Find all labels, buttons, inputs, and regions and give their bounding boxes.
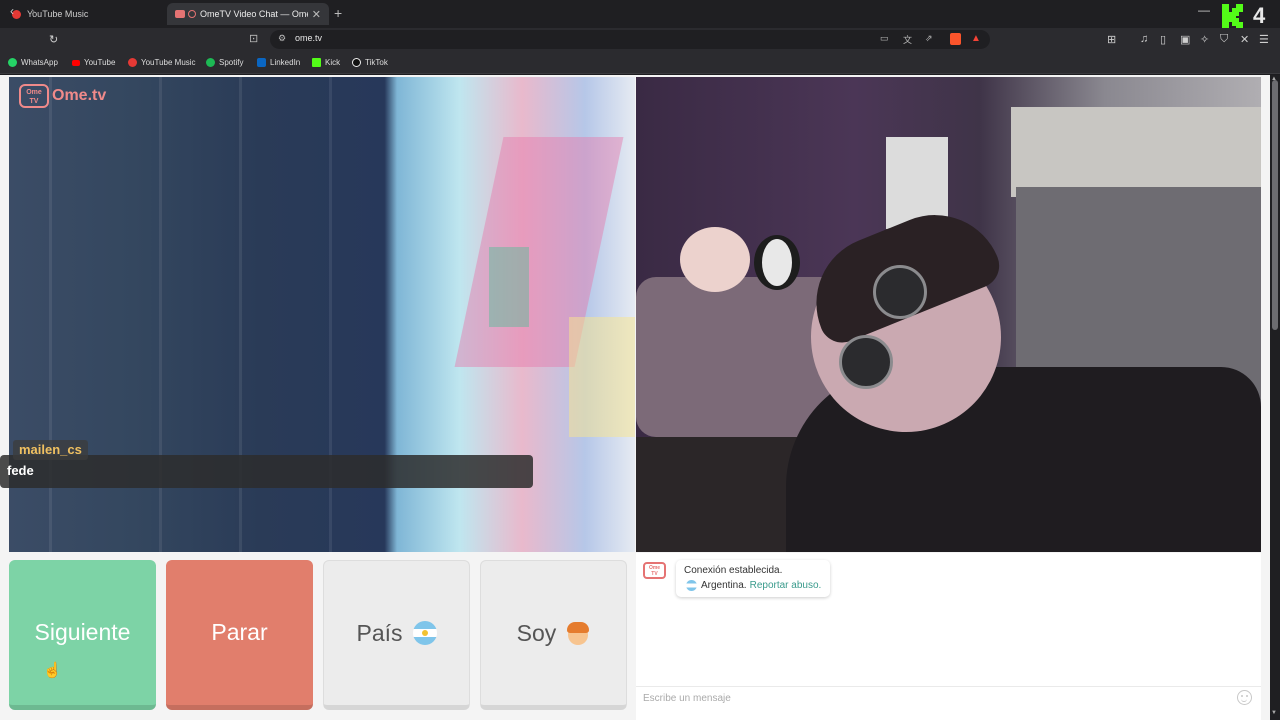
video-detail bbox=[680, 227, 750, 292]
leo-icon[interactable]: ✧ bbox=[1200, 33, 1209, 46]
logo-text: Ome.tv bbox=[52, 87, 107, 104]
tab-label: OmeTV Video Chat — Omeg bbox=[200, 9, 308, 19]
menu-icon[interactable]: ☰ bbox=[1259, 33, 1269, 46]
bookmark-whatsapp[interactable]: WhatsApp bbox=[8, 58, 58, 67]
bookmark-kick[interactable]: Kick bbox=[312, 58, 340, 67]
boy-icon bbox=[566, 621, 590, 645]
back-icon[interactable]: ‹ bbox=[10, 4, 14, 18]
next-button[interactable]: Siguiente bbox=[9, 560, 156, 710]
bookmark-label: YouTube Music bbox=[141, 58, 196, 67]
kick-logo-icon bbox=[1222, 4, 1243, 30]
address-text[interactable]: ome.tv bbox=[295, 33, 322, 43]
tab-ometv[interactable]: OmeTV Video Chat — Omeg ✕ bbox=[167, 3, 329, 25]
video-detail bbox=[839, 335, 893, 389]
tv-icon bbox=[175, 10, 185, 18]
video-detail bbox=[754, 235, 800, 290]
youtube-music-icon bbox=[128, 58, 137, 67]
tv-icon: Ome TV bbox=[19, 84, 49, 108]
bookmark-spotify[interactable]: Spotify bbox=[206, 58, 243, 67]
stop-button[interactable]: Parar bbox=[166, 560, 313, 710]
bookmark-label: LinkedIn bbox=[270, 58, 301, 67]
share-icon[interactable]: ⇗ bbox=[925, 33, 933, 44]
bookmark-youtube[interactable]: YouTube bbox=[72, 58, 115, 67]
report-abuse-link[interactable]: Reportar abuso. bbox=[750, 580, 822, 591]
argentina-flag-icon bbox=[412, 621, 437, 645]
message-input[interactable] bbox=[636, 686, 1261, 710]
country-button-label: País bbox=[356, 619, 403, 646]
emoji-icon[interactable] bbox=[1237, 690, 1252, 705]
cast-icon[interactable]: ▭ bbox=[880, 33, 889, 44]
bookmark-label: TikTok bbox=[365, 58, 388, 67]
logo-box-text: TV bbox=[651, 571, 658, 577]
brave-shield-icon[interactable] bbox=[950, 33, 961, 45]
tiktok-icon bbox=[352, 58, 361, 67]
close-tab-icon[interactable]: ✕ bbox=[312, 8, 321, 21]
bookmark-linkedin[interactable]: LinkedIn bbox=[257, 58, 300, 67]
linkedin-icon bbox=[257, 58, 266, 67]
logo-box-text: TV bbox=[29, 98, 39, 105]
reload-icon[interactable]: ↻ bbox=[49, 33, 58, 46]
bookmark-label: YouTube bbox=[84, 58, 116, 67]
bookmark-youtube-music[interactable]: YouTube Music bbox=[128, 58, 196, 67]
translate-icon[interactable]: 文 bbox=[903, 33, 912, 46]
spotify-icon bbox=[206, 58, 215, 67]
gender-button[interactable]: Soy bbox=[480, 560, 627, 710]
tab-search-icon[interactable]: ⊞ bbox=[1107, 33, 1116, 46]
connection-status: Conexión establecida. bbox=[684, 565, 783, 576]
scroll-up-icon[interactable]: ▲ bbox=[1271, 76, 1277, 82]
vpn-icon[interactable]: ⛉ bbox=[1220, 33, 1228, 46]
self-video bbox=[636, 77, 1261, 552]
video-detail bbox=[489, 247, 529, 327]
sidebar-icon[interactable]: ▯ bbox=[1160, 33, 1166, 46]
video-detail bbox=[1011, 107, 1261, 197]
next-button-label: Siguiente bbox=[34, 619, 131, 645]
site-info-icon[interactable]: ⚙ bbox=[278, 33, 286, 44]
hand-cursor-icon: ☝ bbox=[43, 662, 62, 679]
new-tab-icon[interactable]: + bbox=[334, 5, 342, 21]
bookmark-label: Kick bbox=[325, 58, 341, 67]
stranger-country: Argentina. Reportar abuso. bbox=[686, 580, 821, 591]
kick-icon bbox=[312, 58, 321, 67]
ometv-small-logo: Ome TV bbox=[643, 562, 666, 579]
video-detail bbox=[873, 265, 927, 319]
extension-icon[interactable]: ✕ bbox=[1240, 33, 1249, 46]
whatsapp-icon bbox=[8, 58, 17, 67]
wallet-icon[interactable]: ▣ bbox=[1180, 33, 1190, 46]
ometv-logo: Ome TV Ome.tv bbox=[19, 84, 106, 108]
argentina-flag-icon bbox=[686, 580, 697, 591]
forward-icon[interactable]: › bbox=[31, 4, 35, 18]
logo-box-text: Ome bbox=[26, 89, 42, 96]
brave-rewards-icon[interactable]: ▲ bbox=[971, 33, 981, 44]
chat-message: fede bbox=[7, 463, 34, 478]
scroll-down-icon[interactable]: ▼ bbox=[1271, 710, 1277, 716]
stop-button-label: Parar bbox=[211, 619, 268, 645]
bookmark-tiktok[interactable]: TikTok bbox=[352, 58, 388, 67]
gender-button-label: Soy bbox=[516, 619, 557, 646]
bookmark-label: Spotify bbox=[219, 58, 244, 67]
chat-username: mailen_cs bbox=[13, 440, 88, 460]
recording-icon bbox=[188, 10, 196, 18]
bookmark-icon[interactable]: ⊡ bbox=[249, 32, 258, 45]
country-name: Argentina. bbox=[701, 580, 747, 591]
overlay-counter: 4 bbox=[1253, 3, 1266, 28]
media-icon[interactable]: ♫ bbox=[1140, 33, 1148, 45]
video-detail bbox=[569, 317, 635, 437]
youtube-icon bbox=[72, 59, 80, 66]
tab-youtube-music[interactable]: YouTube Music bbox=[4, 3, 164, 25]
bookmark-label: WhatsApp bbox=[21, 58, 58, 67]
country-button[interactable]: País bbox=[323, 560, 470, 710]
scrollbar-thumb[interactable] bbox=[1272, 80, 1278, 330]
minimize-icon[interactable]: — bbox=[1198, 3, 1210, 17]
tab-label: YouTube Music bbox=[27, 9, 89, 19]
